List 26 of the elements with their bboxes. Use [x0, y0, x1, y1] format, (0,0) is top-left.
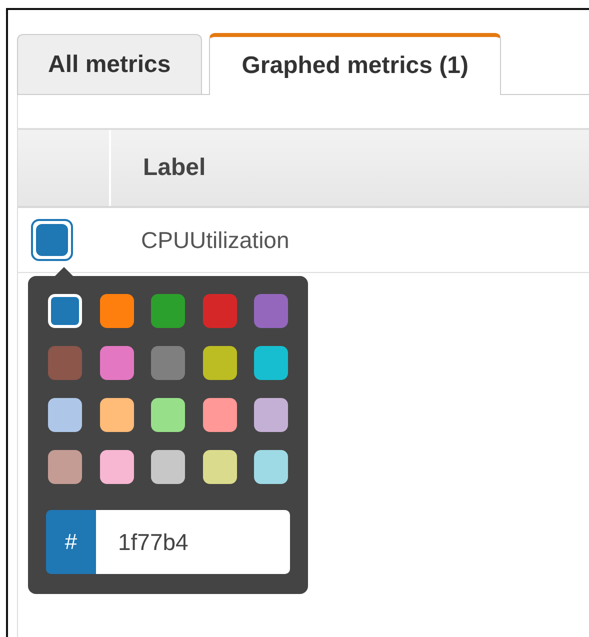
color-swatch[interactable] [48, 346, 82, 380]
color-swatch[interactable] [202, 398, 236, 432]
color-swatch[interactable] [48, 398, 82, 432]
tab[interactable]: Graphed metrics (1) [208, 33, 502, 95]
color-swatch[interactable] [254, 346, 288, 380]
color-swatch[interactable] [202, 294, 236, 328]
color-swatch[interactable] [254, 398, 288, 432]
tab[interactable]: All metrics [17, 34, 202, 94]
color-swatch[interactable] [100, 346, 134, 380]
metric-label: CPUUtilization [140, 226, 290, 254]
color-swatch[interactable] [48, 294, 82, 328]
color-swatch[interactable] [254, 450, 288, 484]
color-swatch[interactable] [151, 398, 185, 432]
color-swatch[interactable] [100, 398, 134, 432]
color-swatch[interactable] [48, 450, 82, 484]
color-swatch[interactable] [254, 294, 288, 328]
color-swatch[interactable] [100, 450, 134, 484]
color-swatch[interactable] [202, 450, 236, 484]
color-swatch[interactable] [202, 346, 236, 380]
color-swatch[interactable] [151, 450, 185, 484]
color-swatch[interactable] [151, 346, 185, 380]
color-swatch[interactable] [151, 294, 185, 328]
color-swatch[interactable] [100, 294, 134, 328]
column-header: Label [142, 153, 206, 183]
hash-label: # [46, 510, 96, 574]
hex-color-field[interactable]: 1f77b4 [96, 510, 290, 574]
